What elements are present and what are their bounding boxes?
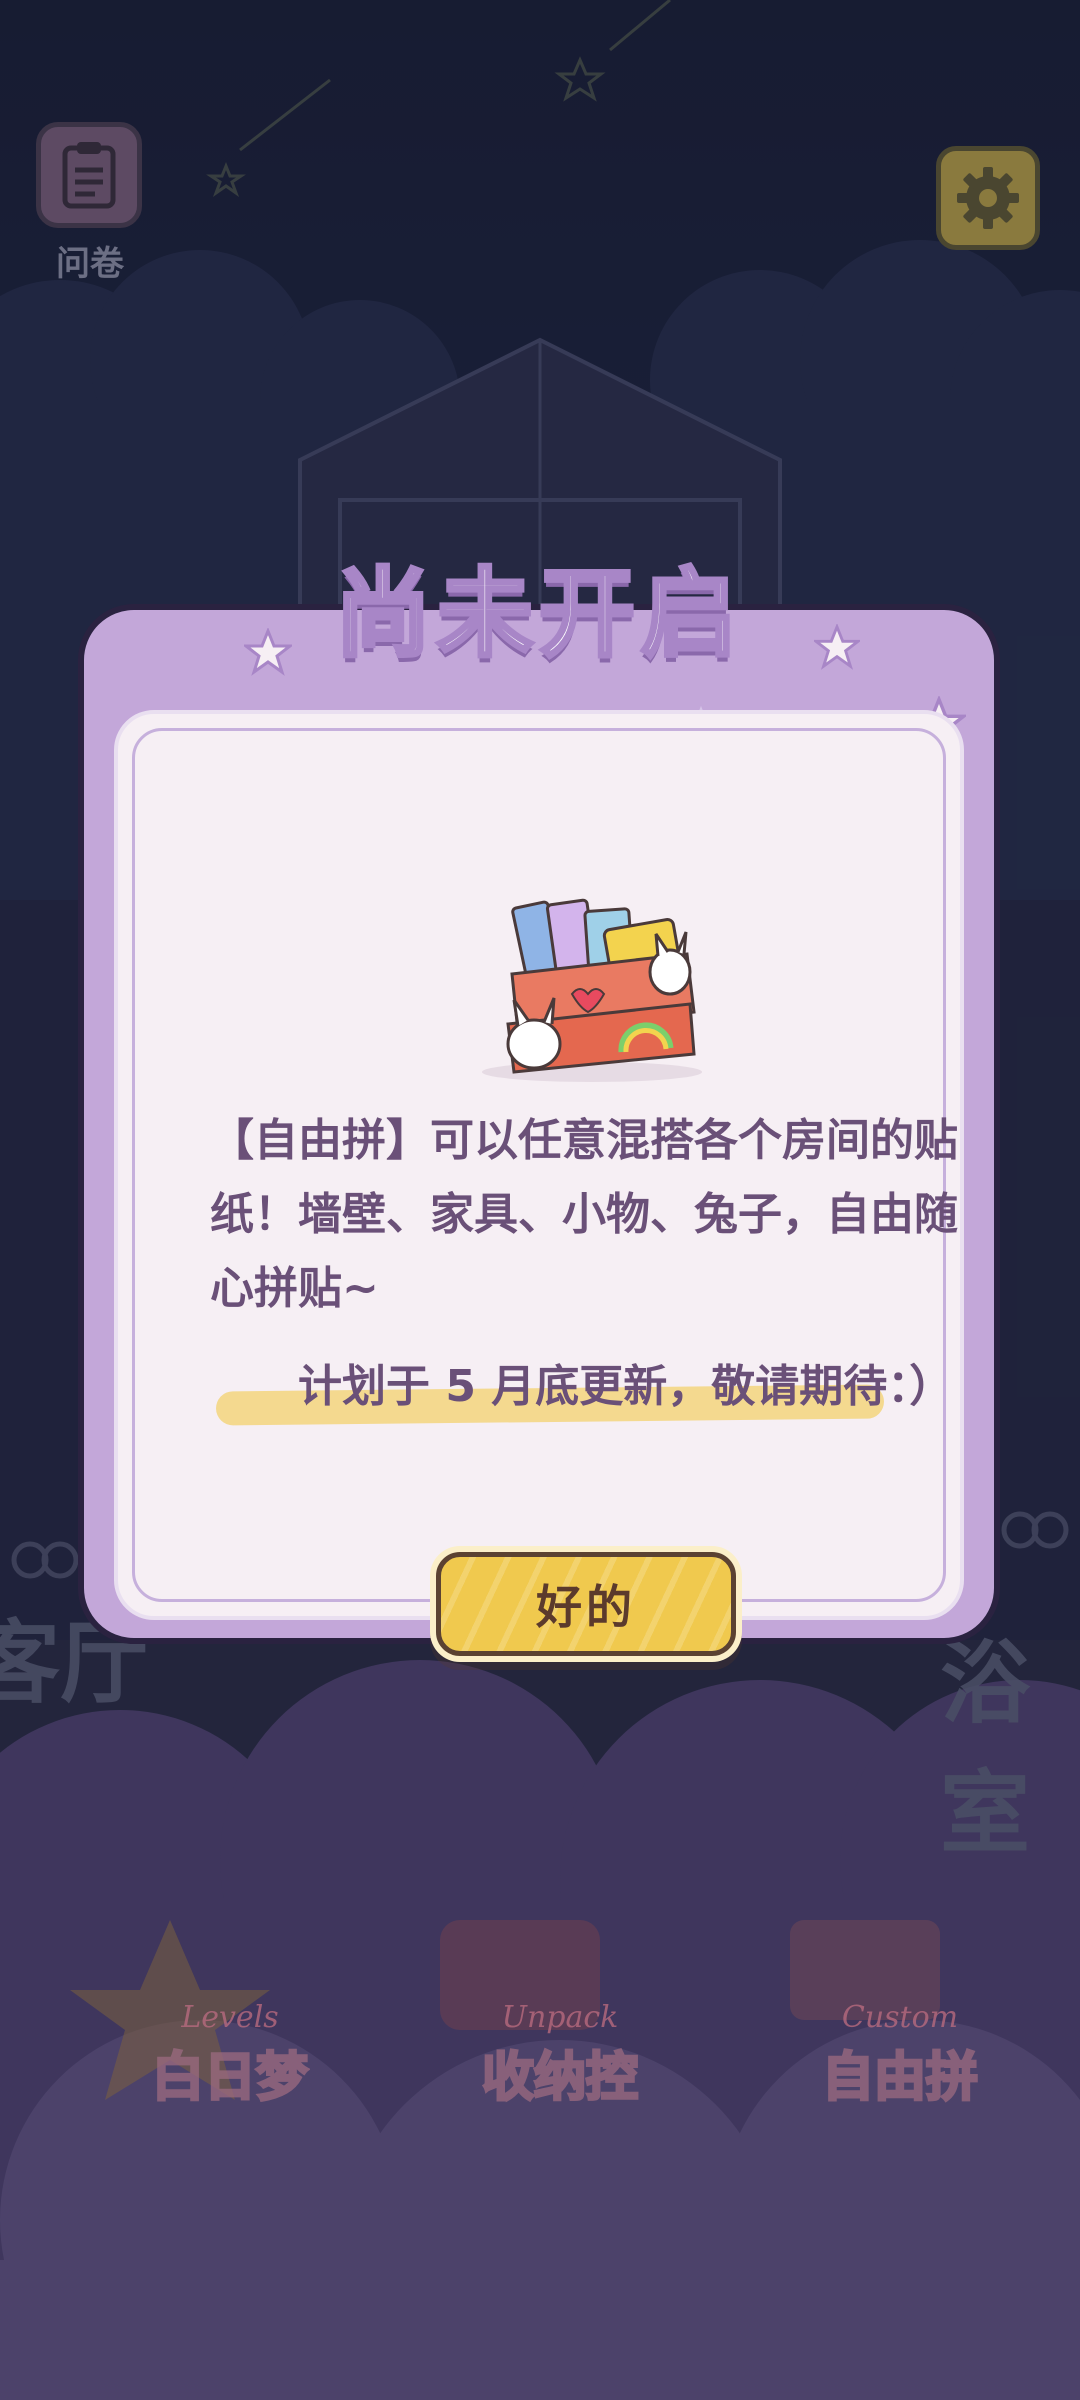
ok-button[interactable]: 好的: [436, 1552, 736, 1656]
star-icon: [244, 628, 292, 676]
survey-button[interactable]: [36, 122, 142, 228]
menu-levels-title: 白日梦: [150, 2047, 309, 2110]
schedule-text: 计划于 5 月底更新，敬请期待：）: [298, 1361, 954, 1412]
menu-custom-sub: Custom: [841, 2000, 959, 2035]
menu-unpack[interactable]: Unpack 收纳控: [440, 2000, 680, 2110]
menu-unpack-title: 收纳控: [480, 2047, 639, 2110]
dialog-panel: 【自由拼】可以任意混搭各个房间的贴纸！墙壁、家具、小物、兔子，自由随心拼贴~ 计…: [114, 710, 964, 1656]
menu-custom-title: 自由拼: [820, 2047, 979, 2110]
schedule-note: 计划于 5 月底更新，敬请期待：）: [215, 1354, 956, 1434]
room-label-right: 浴室: [940, 1631, 1030, 1866]
menu-custom[interactable]: Custom 自由拼: [780, 2000, 1020, 2110]
menu-levels-sub: Levels: [181, 2000, 279, 2035]
gear-icon: [957, 167, 1019, 229]
ok-button-label: 好的: [536, 1580, 636, 1634]
survey-label: 问卷: [56, 244, 124, 284]
star-icon: [814, 624, 860, 670]
settings-button[interactable]: [936, 146, 1040, 250]
game-screen: 客厅 浴室 问卷 Levels 白日梦 Unpack 收纳控 Custom 自由…: [0, 0, 1080, 2400]
menu-levels[interactable]: Levels 白日梦: [110, 2000, 350, 2110]
book-box-icon: [482, 898, 702, 1082]
clipboard-icon: [62, 142, 116, 209]
dialog-body-text: 【自由拼】可以任意混搭各个房间的贴纸！墙壁、家具、小物、兔子，自由随心拼贴~: [210, 1115, 958, 1314]
not-available-dialog: 尚未开启 【自由拼】可以任意混搭各个房间的贴纸！墙壁、家具、小物、兔子，自由随心…: [78, 556, 1000, 1656]
menu-unpack-sub: Unpack: [501, 2000, 619, 2035]
dialog-title: 尚未开启: [333, 556, 743, 672]
